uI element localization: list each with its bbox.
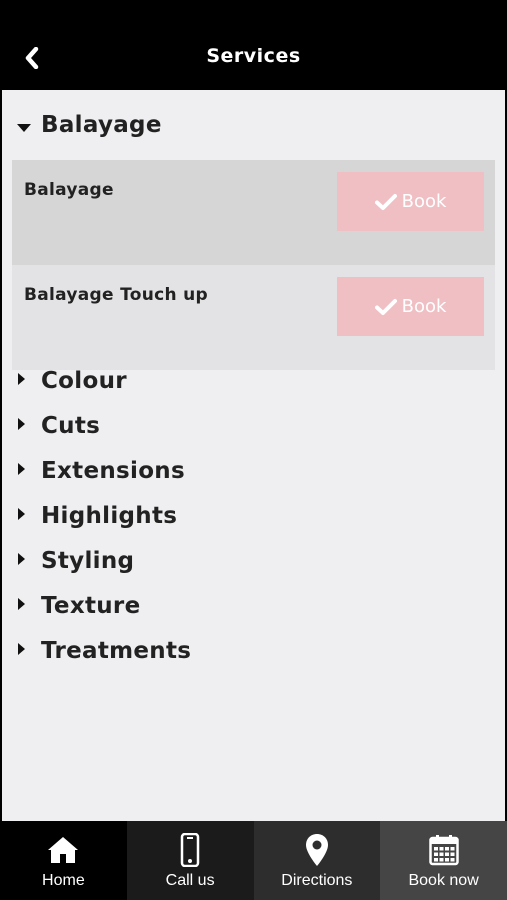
caret-down-icon <box>17 124 31 132</box>
page-title: Services <box>206 45 301 67</box>
home-icon <box>48 837 79 863</box>
nav-home[interactable]: Home <box>0 821 127 900</box>
category-label: Highlights <box>41 503 178 529</box>
nav-label: Home <box>42 872 85 889</box>
book-label: Book <box>401 191 447 212</box>
bottom-nav: Home Call us Directions Book now <box>0 821 507 900</box>
caret-right-icon <box>18 373 25 385</box>
category-colour[interactable]: Colour <box>2 366 497 406</box>
check-icon <box>374 298 397 315</box>
nav-directions[interactable]: Directions <box>253 821 381 900</box>
category-label: Treatments <box>41 638 192 664</box>
app-header: Services <box>0 0 507 90</box>
category-extensions[interactable]: Extensions <box>2 456 497 496</box>
category-label: Balayage <box>41 112 162 138</box>
category-label: Colour <box>41 368 127 394</box>
phone-icon <box>180 833 200 867</box>
check-icon <box>374 193 397 210</box>
category-treatments[interactable]: Treatments <box>2 636 497 676</box>
caret-right-icon <box>18 463 25 475</box>
nav-label: Call us <box>165 872 215 889</box>
map-pin-icon <box>305 834 328 866</box>
service-name: Balayage <box>24 180 114 200</box>
category-label: Texture <box>41 593 141 619</box>
caret-right-icon <box>18 508 25 520</box>
category-styling[interactable]: Styling <box>2 546 497 586</box>
service-name: Balayage Touch up <box>24 285 208 305</box>
nav-label: Directions <box>281 872 353 889</box>
book-button[interactable]: Book <box>337 172 484 231</box>
nav-call-us[interactable]: Call us <box>126 821 254 900</box>
nav-book-now[interactable]: Book now <box>380 821 507 900</box>
caret-right-icon <box>18 418 25 430</box>
category-label: Styling <box>41 548 135 574</box>
category-label: Extensions <box>41 458 185 484</box>
category-texture[interactable]: Texture <box>2 591 497 631</box>
service-row-balayage[interactable]: Balayage Book <box>12 160 495 265</box>
calendar-icon <box>428 835 459 866</box>
book-button[interactable]: Book <box>337 277 484 336</box>
nav-label: Book now <box>408 872 479 889</box>
category-balayage[interactable]: Balayage <box>2 110 497 150</box>
services-list: Balayage Balayage Book Balayage Touch up… <box>2 90 505 821</box>
caret-right-icon <box>18 643 25 655</box>
caret-right-icon <box>18 553 25 565</box>
service-row-balayage-touch-up[interactable]: Balayage Touch up Book <box>12 265 495 370</box>
caret-right-icon <box>18 598 25 610</box>
category-label: Cuts <box>41 413 101 439</box>
category-highlights[interactable]: Highlights <box>2 501 497 541</box>
category-cuts[interactable]: Cuts <box>2 411 497 451</box>
book-label: Book <box>401 296 447 317</box>
